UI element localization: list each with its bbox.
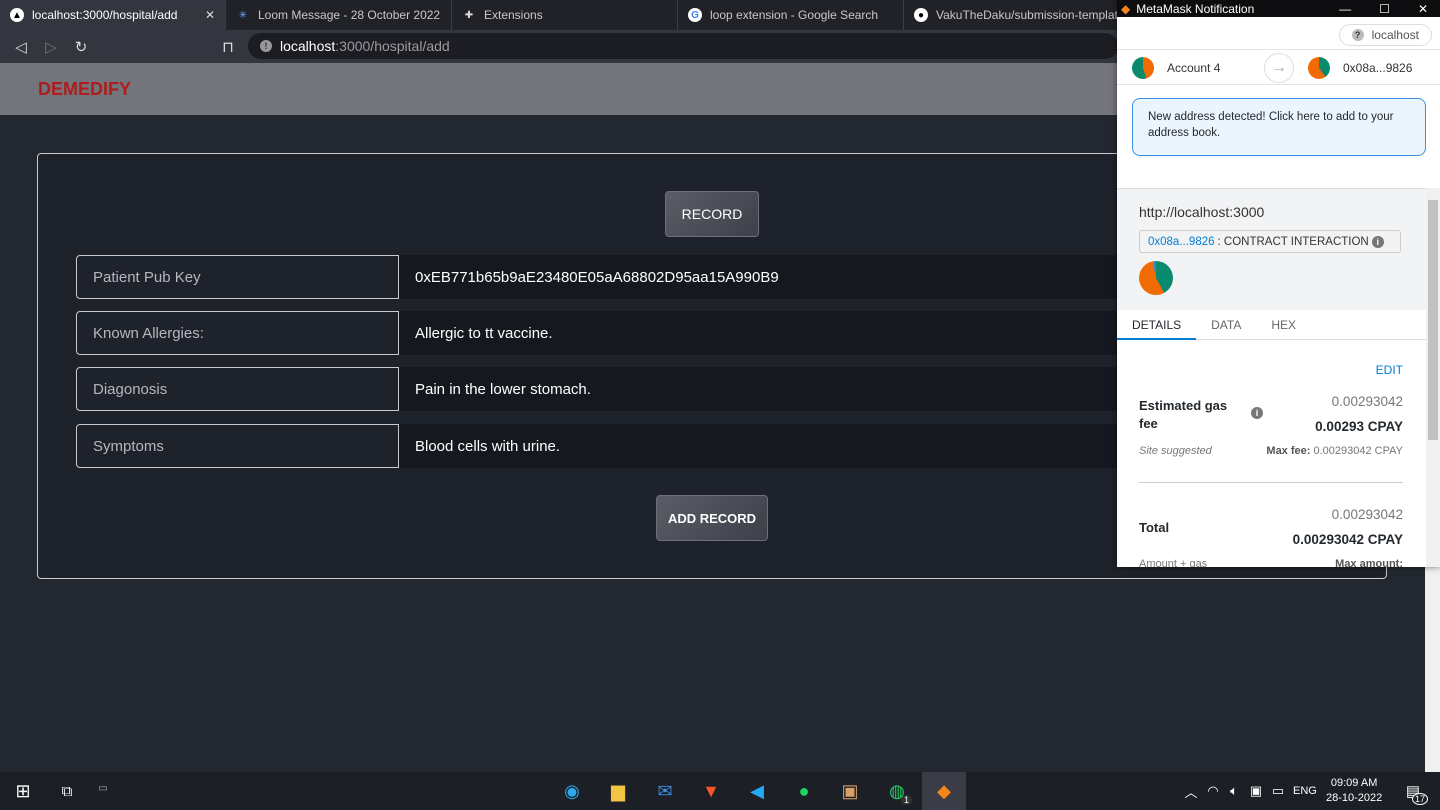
gas-fee-label: Estimated gas fee [1139,398,1228,431]
date: 28-10-2022 [1326,792,1383,804]
back-icon[interactable]: ◁ [6,38,36,56]
amount-gas-label: Amount + gas [1139,558,1208,567]
origin-panel: http://localhost:3000 0x08a...9826: CONT… [1117,188,1426,310]
tab-label: loop extension - Google Search [710,8,879,22]
gas-fee-value: 0.00293042 [1331,394,1403,409]
info-icon[interactable]: i [1251,407,1263,419]
recipient-avatar [1308,57,1330,79]
total-value: 0.00293042 [1331,507,1403,522]
time: 09:09 AM [1330,777,1378,789]
reload-icon[interactable]: ↻ [66,38,96,56]
field-label: Symptoms [76,424,399,468]
spotify-icon[interactable]: ● [789,777,819,805]
contract-label: : CONTRACT INTERACTION [1217,235,1369,248]
tab-loom[interactable]: ✳ Loom Message - 28 October 2022 [226,0,452,30]
total-cpay: 0.00293042 CPAY [1292,532,1403,547]
whatsapp-icon[interactable]: ◍ 1 [882,777,912,805]
address-bar[interactable]: ! localhost:3000/hospital/add [248,33,1118,59]
notification-count: 17 [1411,793,1428,805]
url-path: :3000/hospital/add [335,38,450,54]
mail-icon[interactable]: ✉ [650,777,680,805]
to-address[interactable]: 0x08a...9826 [1343,61,1412,75]
clock[interactable]: 09:09 AM 28-10-2022 [1326,776,1382,806]
field-label: Diagonosis [76,367,399,411]
add-record-button[interactable]: ADD RECORD [656,495,768,541]
loom-icon: ✳ [238,9,248,21]
info-icon[interactable]: i [1371,235,1384,248]
task-view-icon[interactable]: ⧉ [52,777,82,805]
fox-icon: ◆ [1121,1,1131,16]
package-icon[interactable]: ▣ [835,777,865,805]
tab-label: Extensions [484,8,543,22]
minimize-icon[interactable]: — [1339,2,1351,16]
metamask-taskbar-icon[interactable]: ◆ [922,772,966,810]
widget-icon[interactable]: ▭ [88,774,118,802]
file-explorer-icon[interactable]: ▆ [603,777,633,805]
brand-logo[interactable]: DEMEDIFY [38,79,131,100]
field-label: Known Allergies: [76,311,399,355]
window-title: MetaMask Notification [1136,1,1255,16]
info-icon: ! [260,40,272,52]
site-label: localhost [1371,28,1419,42]
contract-avatar [1139,261,1173,295]
tab-github[interactable]: ● VakuTheDaku/submission-template: I [904,0,1130,30]
detail-tabs: DETAILS DATA HEX [1117,310,1426,340]
account-row: Account 4 → 0x08a...9826 [1117,49,1440,85]
question-icon: ? [1351,29,1364,41]
notification-icon[interactable]: ▤ 17 [1398,777,1428,805]
gas-fee-cpay: 0.00293 CPAY [1315,419,1403,434]
tab-label: localhost:3000/hospital/add [32,8,178,22]
tab-google[interactable]: Gloop extension - Google Search [678,0,904,30]
bookmark-icon[interactable]: ⊓ [213,38,243,56]
new-address-notice[interactable]: New address detected! Click here to add … [1132,98,1426,156]
metamask-scrollbar[interactable] [1426,188,1440,567]
maximize-icon[interactable]: ☐ [1379,2,1390,16]
google-icon: G [688,8,702,22]
total-label: Total [1139,520,1170,535]
close-icon[interactable]: ✕ [1418,2,1428,16]
language-indicator[interactable]: ENG [1293,785,1317,797]
max-fee-value: 0.00293042 CPAY [1313,445,1404,457]
metamask-popup: ◆ MetaMask Notification — ☐ ✕ ? localhost Acc… [1117,0,1440,567]
whatsapp-badge: 1 [900,795,912,805]
vscode-icon[interactable]: ◀ [742,777,772,805]
triangle-icon: ▲ [10,8,24,22]
brave-icon[interactable]: ▼ [696,777,726,805]
metamask-titlebar: ◆ MetaMask Notification — ☐ ✕ [1117,0,1440,17]
divider [1139,482,1403,483]
record-button[interactable]: RECORD [665,191,759,237]
windows-start-icon[interactable]: ⊞ [8,777,38,805]
tab-extensions[interactable]: ✚ Extensions [452,0,678,30]
tab-hex[interactable]: HEX [1256,310,1311,339]
arrow-right-icon: → [1264,53,1294,83]
tab-label: Loom Message - 28 October 2022 [258,8,441,22]
forward-icon[interactable]: ▷ [36,38,66,56]
taskbar: ⊞ ⧉ ▭ ◉ ▆ ✉ ▼ ◀ ● ▣ ◍ 1 ◆ ︿ ◠ 🔈︎ ▣ ▭ ENG … [0,772,1440,810]
tab-label: VakuTheDaku/submission-template: I [936,8,1130,22]
tab-hospital-add[interactable]: ▲ localhost:3000/hospital/add ✕ [0,0,226,30]
max-amount-label: Max amount: [1335,558,1403,567]
edge-icon[interactable]: ◉ [557,777,587,805]
tab-data[interactable]: DATA [1196,310,1256,339]
battery-icon[interactable]: ▭ [1263,777,1293,805]
github-icon: ● [914,8,928,22]
puzzle-icon: ✚ [464,9,474,21]
max-fee-label: Max fee: [1266,445,1311,457]
url-host: localhost [280,38,336,54]
edit-link[interactable]: EDIT [1376,363,1403,377]
site-suggested: Site suggested [1139,445,1212,457]
field-label: Patient Pub Key [76,255,399,299]
close-icon[interactable]: ✕ [205,8,215,22]
account-avatar [1132,57,1154,79]
site-pill[interactable]: ? localhost [1338,24,1432,46]
contract-address[interactable]: 0x08a...9826 [1148,236,1215,248]
origin-url: http://localhost:3000 [1139,204,1265,220]
tab-details[interactable]: DETAILS [1117,310,1197,340]
from-account[interactable]: Account 4 [1167,61,1220,75]
